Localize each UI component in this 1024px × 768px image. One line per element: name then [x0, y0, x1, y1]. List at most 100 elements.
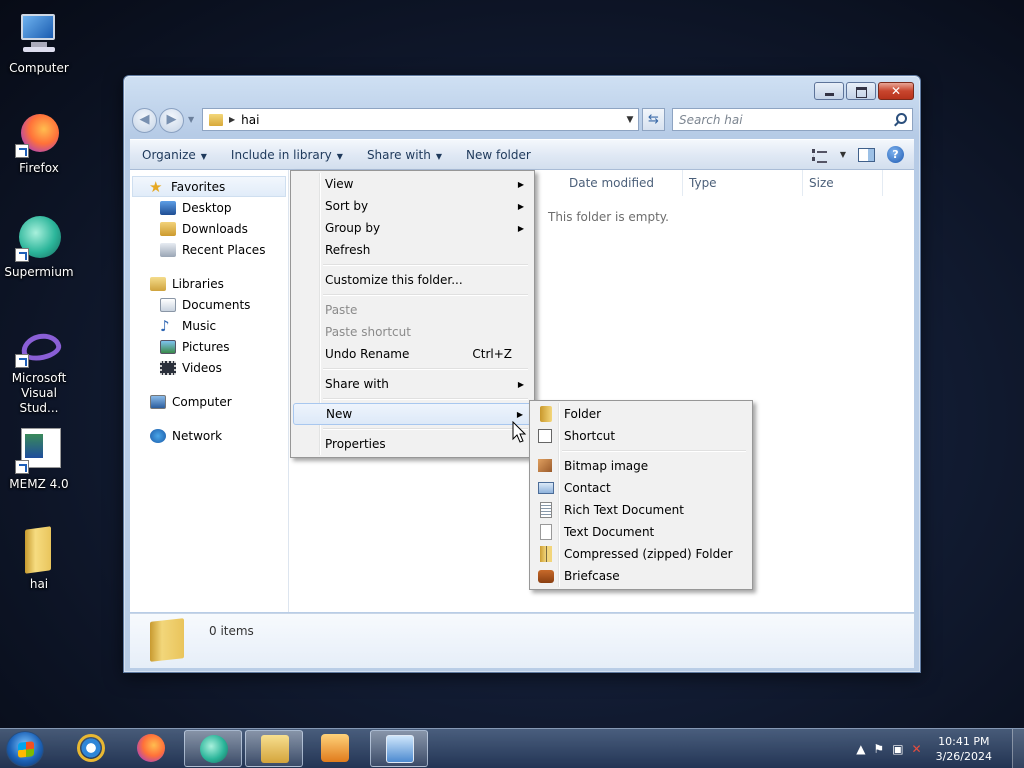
new-item-rich-text[interactable]: Rich Text Document: [532, 499, 750, 521]
zipped-folder-icon: [540, 546, 552, 562]
nav-label: Libraries: [172, 276, 224, 291]
refresh-button[interactable]: ⇆: [642, 108, 665, 131]
action-center-flag-icon[interactable]: ⚑: [873, 742, 884, 756]
internet-explorer-icon: [77, 734, 105, 762]
include-in-library-button[interactable]: Include in library ▼: [219, 148, 355, 162]
desktop-icon-label: Firefox: [19, 161, 59, 175]
refresh-icon: ⇆: [648, 112, 659, 127]
column-header-type[interactable]: Type: [683, 170, 803, 196]
menu-label: Shortcut: [564, 429, 616, 443]
show-hidden-icons-icon[interactable]: ▲: [856, 742, 865, 756]
menu-shortcut-text: Ctrl+Z: [472, 347, 512, 361]
menu-label: Properties: [325, 437, 386, 451]
desktop-icon-hai-folder[interactable]: hai: [0, 526, 78, 592]
nav-pictures[interactable]: Pictures: [130, 336, 288, 357]
menu-separator: [323, 261, 532, 269]
nav-label: Downloads: [182, 221, 248, 236]
shortcut-icon: [538, 429, 552, 443]
menu-item-sort-by[interactable]: Sort by ▶: [293, 195, 532, 217]
contact-icon: [538, 482, 554, 494]
nav-music[interactable]: ♪ Music: [130, 315, 288, 336]
nav-libraries[interactable]: Libraries: [130, 273, 288, 294]
start-button[interactable]: [6, 731, 44, 767]
new-item-briefcase[interactable]: Briefcase: [532, 565, 750, 587]
new-item-folder[interactable]: Folder: [532, 403, 750, 425]
new-item-zip-folder[interactable]: Compressed (zipped) Folder: [532, 543, 750, 565]
view-dropdown-icon[interactable]: ▼: [840, 150, 846, 159]
show-desktop-button[interactable]: [1012, 729, 1024, 768]
nav-recent-places[interactable]: Recent Places: [130, 239, 288, 260]
nav-downloads[interactable]: Downloads: [130, 218, 288, 239]
search-input[interactable]: [673, 112, 891, 127]
clock[interactable]: 10:41 PM 3/26/2024: [936, 734, 992, 764]
desktop-icon-label: Microsoft Visual Stud...: [11, 371, 67, 415]
nav-documents[interactable]: Documents: [130, 294, 288, 315]
maximize-button[interactable]: [846, 82, 876, 100]
search-icon[interactable]: [891, 111, 909, 129]
text-document-icon: [540, 524, 552, 540]
clock-time: 10:41 PM: [938, 735, 990, 748]
close-button[interactable]: ✕: [878, 82, 914, 100]
new-item-bitmap[interactable]: Bitmap image: [532, 455, 750, 477]
breadcrumb-chevron-icon[interactable]: ▶: [229, 115, 235, 124]
nav-videos[interactable]: Videos: [130, 357, 288, 378]
menu-label: Undo Rename: [325, 347, 410, 361]
share-with-label: Share with: [366, 147, 431, 162]
desktop-icon-firefox[interactable]: Firefox: [0, 110, 78, 176]
new-item-contact[interactable]: Contact: [532, 477, 750, 499]
videos-icon: [160, 360, 176, 375]
menu-item-share-with[interactable]: Share with ▶: [293, 373, 532, 395]
recent-pages-dropdown-icon[interactable]: ▼: [188, 115, 194, 124]
address-dropdown-icon[interactable]: ▼: [622, 115, 638, 125]
menu-item-undo-rename[interactable]: Undo Rename Ctrl+Z: [293, 343, 532, 365]
menu-label: Folder: [564, 407, 602, 421]
new-item-shortcut[interactable]: Shortcut: [532, 425, 750, 447]
nav-favorites[interactable]: ★ Favorites: [132, 176, 286, 197]
new-item-text-document[interactable]: Text Document: [532, 521, 750, 543]
desktop-icon-visual-studio[interactable]: Microsoft Visual Stud...: [0, 328, 78, 416]
desktop-icon-memz[interactable]: MEMZ 4.0: [0, 426, 78, 492]
bitmap-image-icon: [538, 459, 552, 472]
menu-separator: [323, 365, 532, 373]
desktop-icon-supermium[interactable]: Supermium: [0, 214, 78, 280]
organize-button[interactable]: Organize ▼: [130, 148, 219, 162]
windows-explorer-icon: [261, 735, 289, 763]
desktop-icon-computer[interactable]: Computer: [0, 10, 78, 76]
network-icon[interactable]: ▣: [892, 742, 903, 756]
nav-network[interactable]: Network: [130, 425, 288, 446]
breadcrumb-current-folder[interactable]: hai: [241, 113, 622, 127]
volume-muted-icon[interactable]: ✕: [912, 742, 922, 756]
menu-item-refresh[interactable]: Refresh: [293, 239, 532, 261]
address-bar[interactable]: ▶ hai ▼: [202, 108, 639, 131]
preview-pane-icon[interactable]: [858, 147, 875, 162]
folder-icon: [209, 113, 223, 126]
menu-item-customize-folder[interactable]: Customize this folder...: [293, 269, 532, 291]
forward-arrow-icon: ▶: [166, 112, 177, 127]
share-with-button[interactable]: Share with ▼: [355, 148, 454, 162]
menu-item-new[interactable]: New ▶: [293, 403, 532, 425]
back-button[interactable]: ◀: [132, 108, 157, 133]
taskbar-internet-explorer[interactable]: [62, 730, 120, 767]
taskbar-supermium[interactable]: [184, 730, 242, 767]
column-header-date-modified[interactable]: Date modified: [563, 170, 683, 196]
column-header-size[interactable]: Size: [803, 170, 883, 196]
taskbar-firefox[interactable]: [122, 730, 180, 767]
chevron-down-icon: ▼: [336, 151, 343, 161]
menu-item-view[interactable]: View ▶: [293, 173, 532, 195]
menu-item-properties[interactable]: Properties: [293, 433, 532, 455]
taskbar-remote-desktop[interactable]: [370, 730, 428, 767]
menu-item-group-by[interactable]: Group by ▶: [293, 217, 532, 239]
nav-computer[interactable]: Computer: [130, 391, 288, 412]
submenu-arrow-icon: ▶: [517, 179, 524, 189]
taskbar-windows-explorer[interactable]: [245, 730, 303, 767]
forward-button[interactable]: ▶: [159, 108, 184, 133]
submenu-arrow-icon: ▶: [517, 379, 524, 389]
details-pane: 0 items: [130, 613, 914, 668]
media-player-icon: [321, 734, 349, 762]
minimize-button[interactable]: [814, 82, 844, 100]
change-view-icon[interactable]: [811, 148, 828, 163]
new-folder-button[interactable]: New folder: [454, 148, 543, 162]
help-icon[interactable]: ?: [887, 146, 904, 163]
taskbar-media-player[interactable]: [306, 730, 364, 767]
nav-desktop[interactable]: Desktop: [130, 197, 288, 218]
